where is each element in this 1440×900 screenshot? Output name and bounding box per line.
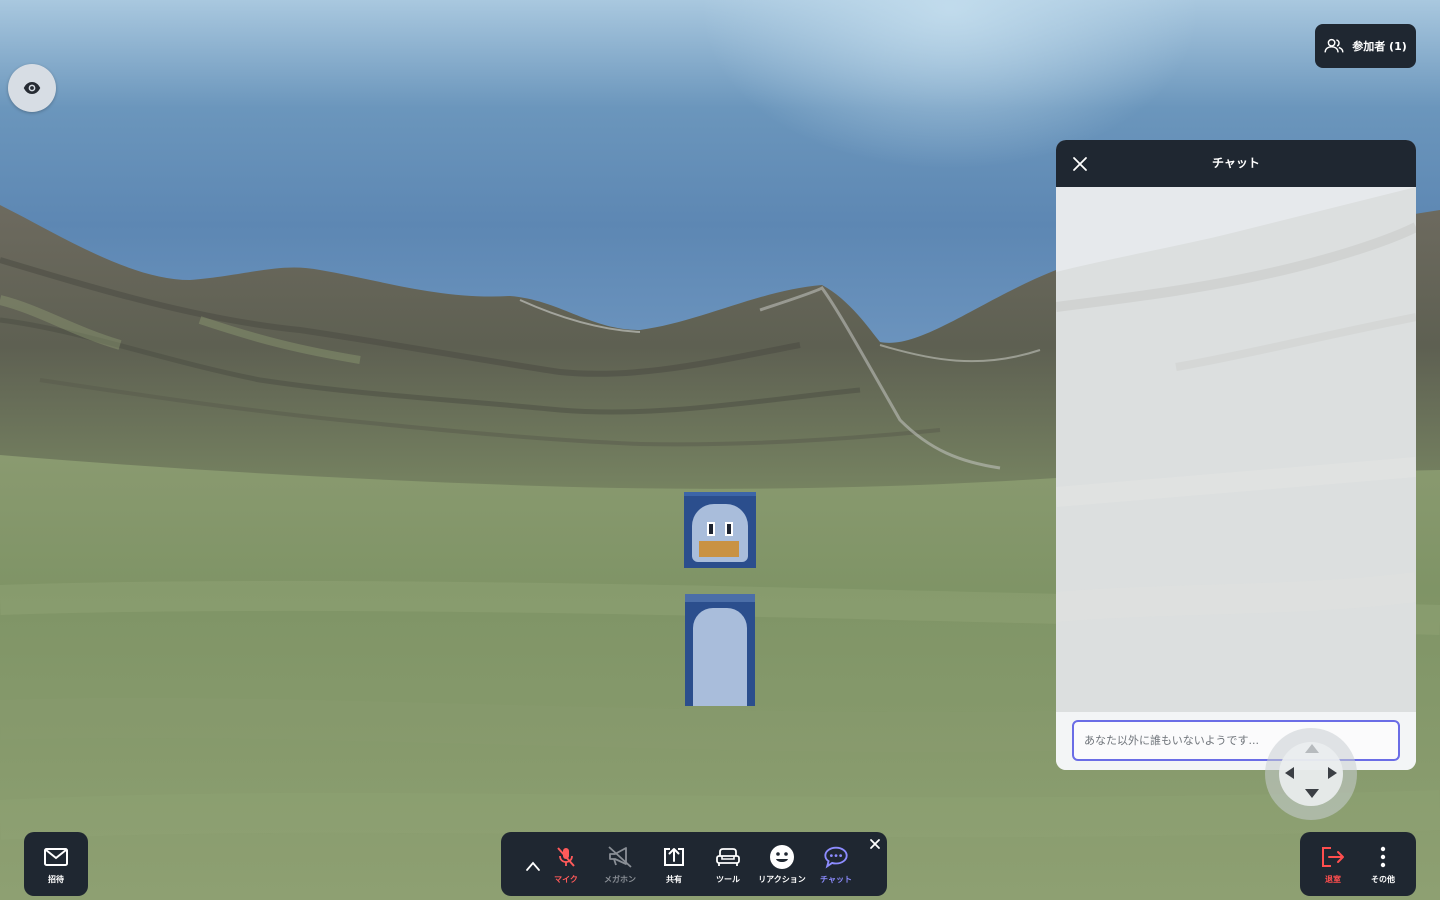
- mic-button[interactable]: マイク: [539, 832, 593, 896]
- chat-button[interactable]: チャット: [809, 832, 863, 896]
- joystick-left-arrow-icon: [1285, 767, 1294, 779]
- main-toolbar: マイク メガホン 共有 ツール リアクション チャット: [501, 832, 887, 896]
- close-icon: [1073, 157, 1087, 171]
- chat-message-list[interactable]: [1056, 187, 1416, 712]
- chat-background-terrain: [1056, 187, 1416, 712]
- avatar-belly: [693, 608, 747, 706]
- close-icon: [870, 839, 880, 849]
- leave-label: 退室: [1325, 875, 1341, 884]
- mic-label: マイク: [554, 875, 578, 884]
- chat-footer: [1056, 712, 1416, 770]
- mail-icon: [43, 844, 69, 870]
- invite-label: 招待: [48, 875, 64, 884]
- invite-button[interactable]: 招待: [29, 832, 83, 896]
- smile-icon: [769, 844, 795, 870]
- movement-joystick[interactable]: [1265, 728, 1357, 820]
- reaction-label: リアクション: [758, 875, 806, 884]
- reaction-button[interactable]: リアクション: [755, 832, 809, 896]
- participants-button[interactable]: 参加者 (1): [1315, 24, 1416, 68]
- avatar-beak: [699, 541, 739, 557]
- megaphone-button[interactable]: メガホン: [593, 832, 647, 896]
- chat-title: チャット: [1212, 156, 1260, 170]
- screen-share-icon: [661, 844, 687, 870]
- avatar-body[interactable]: [685, 594, 755, 706]
- chat-panel: チャット: [1056, 140, 1416, 770]
- chat-close-button[interactable]: [1068, 152, 1092, 176]
- leave-button[interactable]: 退室: [1306, 832, 1360, 896]
- joystick-up-arrow-icon: [1305, 744, 1319, 753]
- avatar-face: [692, 504, 748, 562]
- megaphone-off-icon: [607, 844, 633, 870]
- sofa-icon: [715, 844, 741, 870]
- participants-label: 参加者 (1): [1352, 40, 1407, 53]
- chat-bubble-icon: [823, 844, 849, 870]
- exit-icon: [1320, 844, 1346, 870]
- more-button[interactable]: その他: [1356, 832, 1410, 896]
- joystick-down-arrow-icon: [1305, 789, 1319, 798]
- eye-icon: [23, 82, 41, 94]
- joystick-right-arrow-icon: [1328, 767, 1337, 779]
- more-vertical-icon: [1370, 844, 1396, 870]
- mic-off-icon: [553, 844, 579, 870]
- toolbar-close-button[interactable]: [867, 836, 883, 852]
- more-label: その他: [1371, 875, 1395, 884]
- avatar-eye-left: [707, 522, 715, 536]
- chat-header: チャット: [1056, 140, 1416, 187]
- tools-label: ツール: [716, 875, 740, 884]
- chat-label: チャット: [820, 875, 852, 884]
- session-bar: 退室 その他: [1300, 832, 1416, 896]
- tools-button[interactable]: ツール: [701, 832, 755, 896]
- invite-bar: 招待: [24, 832, 88, 896]
- users-icon: [1324, 38, 1344, 53]
- avatar-head[interactable]: [684, 492, 756, 568]
- view-toggle-button[interactable]: [8, 64, 56, 112]
- megaphone-label: メガホン: [604, 875, 636, 884]
- avatar-eye-right: [725, 522, 733, 536]
- share-label: 共有: [666, 875, 682, 884]
- share-button[interactable]: 共有: [647, 832, 701, 896]
